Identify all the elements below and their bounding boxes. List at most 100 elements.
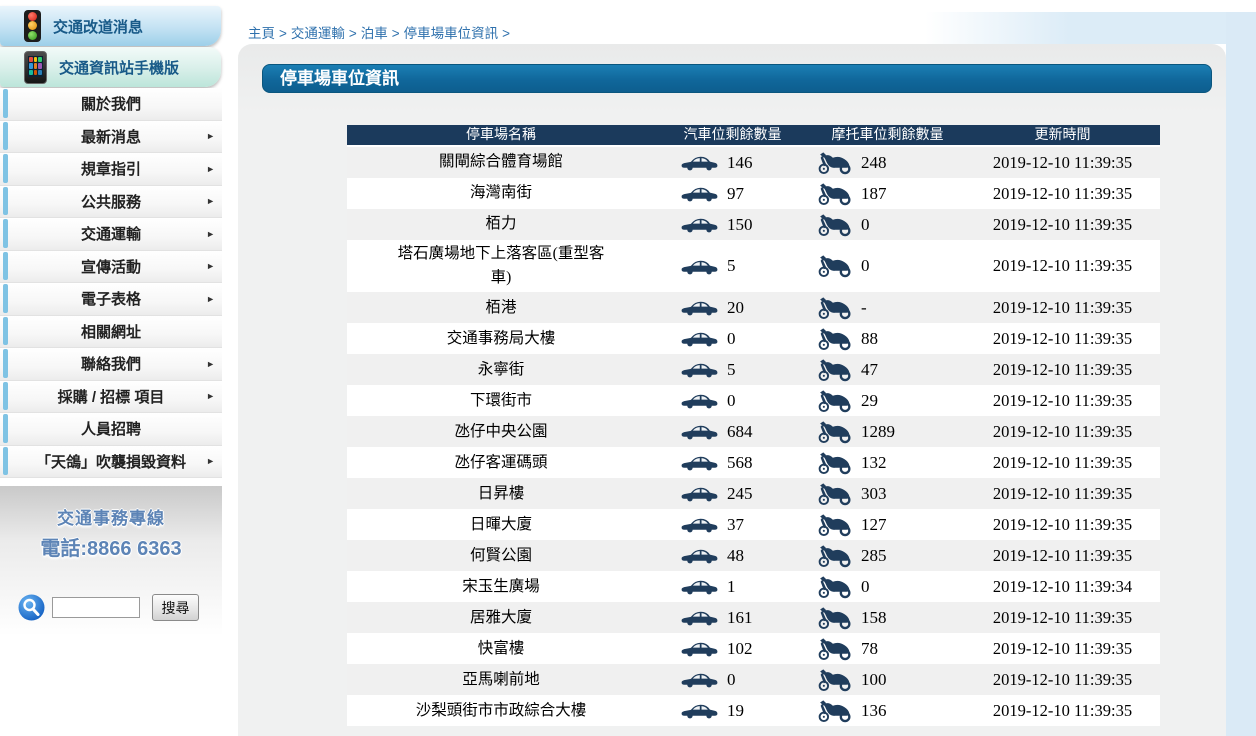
sidebar-menu-item[interactable]: 關於我們 ► (0, 88, 222, 121)
update-time: 2019-12-10 11:39:35 (965, 385, 1160, 416)
sidebar-menu-item[interactable]: 交通運輸 ► (0, 218, 222, 251)
update-time: 2019-12-10 11:39:35 (965, 323, 1160, 354)
motorcycle-icon (818, 482, 852, 506)
breadcrumb-separator: > (498, 26, 514, 41)
search-input[interactable] (52, 597, 140, 618)
smartphone-icon (24, 51, 47, 84)
sidebar-menu-item[interactable]: 電子表格 ► (0, 283, 222, 316)
sidebar-lower-panel: 交通事務專線 電話:8866 6363 搜尋 (0, 486, 222, 736)
sidebar-menu-item-label: 規章指引 (81, 158, 141, 179)
moto-spaces-value: 1289 (861, 422, 895, 442)
table-row: 塔石廣場地下上落客區(重型客車) 5 0 2019-12-10 11:39 (347, 240, 1160, 292)
moto-spaces-value: 127 (861, 515, 887, 535)
car-spaces-value: 161 (727, 608, 753, 628)
breadcrumb-link[interactable]: 交通運輸 (291, 26, 345, 41)
car-spaces-value: 0 (727, 329, 736, 349)
hotline-block: 交通事務專線 電話:8866 6363 (0, 486, 222, 561)
sidebar-menu-item-label: 相關網址 (81, 321, 141, 342)
sidebar-menu-item[interactable]: 相關網址 ► (0, 316, 222, 349)
car-spaces-value: 5 (727, 360, 736, 380)
table-row: 交通事務局大樓 0 88 2019-12-10 11:39:35 (347, 323, 1160, 354)
table-row: 沙梨頭街市市政綜合大樓 19 136 2019-12-10 11:39:3 (347, 695, 1160, 726)
car-icon (681, 299, 718, 316)
car-spaces-value: 150 (727, 215, 753, 235)
breadcrumb-separator: > (388, 26, 404, 41)
parking-name: 塔石廣場地下上落客區(重型客車) (347, 240, 655, 292)
sidebar-menu-item[interactable]: 採購 / 招標 項目 ► (0, 381, 222, 414)
parking-table: 停車場名稱 汽車位剩餘數量 摩托車位剩餘數量 更新時間 關閘綜合體育場館 146 (347, 125, 1160, 726)
traffic-reroute-news-button[interactable]: 交通改道消息 (0, 6, 221, 46)
sidebar-menu-item[interactable]: 聯絡我們 ► (0, 348, 222, 381)
content-panel: 停車場車位資訊 停車場名稱 汽車位剩餘數量 摩托車位剩餘數量 更新時間 關閘綜合… (238, 44, 1226, 736)
parking-name: 永寧街 (347, 354, 655, 385)
submenu-arrow-icon: ► (206, 196, 215, 206)
update-time: 2019-12-10 11:39:35 (965, 664, 1160, 695)
parking-name: 何賢公園 (347, 540, 655, 571)
car-icon (681, 702, 718, 719)
search-button[interactable]: 搜尋 (152, 594, 199, 621)
parking-name: 氹仔中央公園 (347, 416, 655, 447)
page-title: 停車場車位資訊 (262, 64, 1212, 93)
sidebar-menu-item[interactable]: 公共服務 ► (0, 186, 222, 219)
sidebar-menu-item[interactable]: 規章指引 ► (0, 153, 222, 186)
hotline-title: 交通事務專線 (0, 504, 222, 529)
right-background-band (1226, 12, 1256, 736)
update-time: 2019-12-10 11:39:35 (965, 292, 1160, 323)
submenu-arrow-icon: ► (206, 164, 215, 174)
update-time: 2019-12-10 11:39:35 (965, 478, 1160, 509)
parking-name: 日昇樓 (347, 478, 655, 509)
car-icon (681, 392, 718, 409)
mobile-traffic-info-button[interactable]: 交通資訊站手機版 (0, 47, 221, 87)
moto-spaces-value: 78 (861, 639, 878, 659)
table-row: 氹仔客運碼頭 568 132 2019-12-10 11:39:35 (347, 447, 1160, 478)
moto-spaces-value: 136 (861, 701, 887, 721)
update-time: 2019-12-10 11:39:34 (965, 571, 1160, 602)
update-time: 2019-12-10 11:39:35 (965, 447, 1160, 478)
sidebar-menu-item[interactable]: 人員招聘 ► (0, 413, 222, 446)
header-car-spaces: 汽車位剩餘數量 (655, 125, 810, 145)
motorcycle-icon (818, 420, 852, 444)
motorcycle-icon (818, 213, 852, 237)
car-spaces-value: 19 (727, 701, 744, 721)
update-time: 2019-12-10 11:39:35 (965, 240, 1160, 292)
breadcrumb-link[interactable]: 泊車 (361, 26, 388, 41)
sidebar-menu-item[interactable]: 「天鴿」吹襲損毀資料 ► (0, 446, 222, 479)
car-icon (681, 423, 718, 440)
motorcycle-icon (818, 182, 852, 206)
sidebar-menu: 關於我們 ► 最新消息 ► 規章指引 ► 公共服務 ► 交通運輸 ► 宣傳活動 … (0, 88, 222, 478)
car-spaces-value: 37 (727, 515, 744, 535)
car-icon (681, 547, 718, 564)
table-row: 快富樓 102 78 2019-12-10 11:39:35 (347, 633, 1160, 664)
parking-name: 下環街市 (347, 385, 655, 416)
submenu-arrow-icon: ► (206, 456, 215, 466)
car-spaces-value: 146 (727, 153, 753, 173)
moto-spaces-value: 187 (861, 184, 887, 204)
update-time: 2019-12-10 11:39:35 (965, 147, 1160, 178)
parking-name: 關閘綜合體育場館 (347, 147, 655, 178)
car-spaces-value: 0 (727, 670, 736, 690)
table-row: 日暉大廈 37 127 2019-12-10 11:39:35 (347, 509, 1160, 540)
car-spaces-value: 97 (727, 184, 744, 204)
search-icon[interactable] (18, 594, 45, 621)
motorcycle-icon (818, 451, 852, 475)
motorcycle-icon (818, 513, 852, 537)
moto-spaces-value: 0 (861, 577, 870, 597)
update-time: 2019-12-10 11:39:35 (965, 540, 1160, 571)
sidebar-menu-item[interactable]: 最新消息 ► (0, 121, 222, 154)
sidebar-menu-item-label: 宣傳活動 (81, 256, 141, 277)
top-strip (222, 0, 1256, 12)
moto-spaces-value: 100 (861, 670, 887, 690)
breadcrumb-link[interactable]: 主頁 (248, 26, 275, 41)
car-icon (681, 640, 718, 657)
car-icon (681, 185, 718, 202)
moto-spaces-value: - (861, 298, 867, 318)
update-time: 2019-12-10 11:39:35 (965, 602, 1160, 633)
car-spaces-value: 684 (727, 422, 753, 442)
update-time: 2019-12-10 11:39:35 (965, 633, 1160, 664)
table-row: 日昇樓 245 303 2019-12-10 11:39:35 (347, 478, 1160, 509)
breadcrumb-link[interactable]: 停車場車位資訊 (404, 26, 499, 41)
banner-button-label: 交通改道消息 (53, 16, 143, 37)
sidebar-menu-item[interactable]: 宣傳活動 ► (0, 251, 222, 284)
car-spaces-value: 245 (727, 484, 753, 504)
breadcrumb: 主頁>交通運輸>泊車>停車場車位資訊> (248, 22, 514, 42)
